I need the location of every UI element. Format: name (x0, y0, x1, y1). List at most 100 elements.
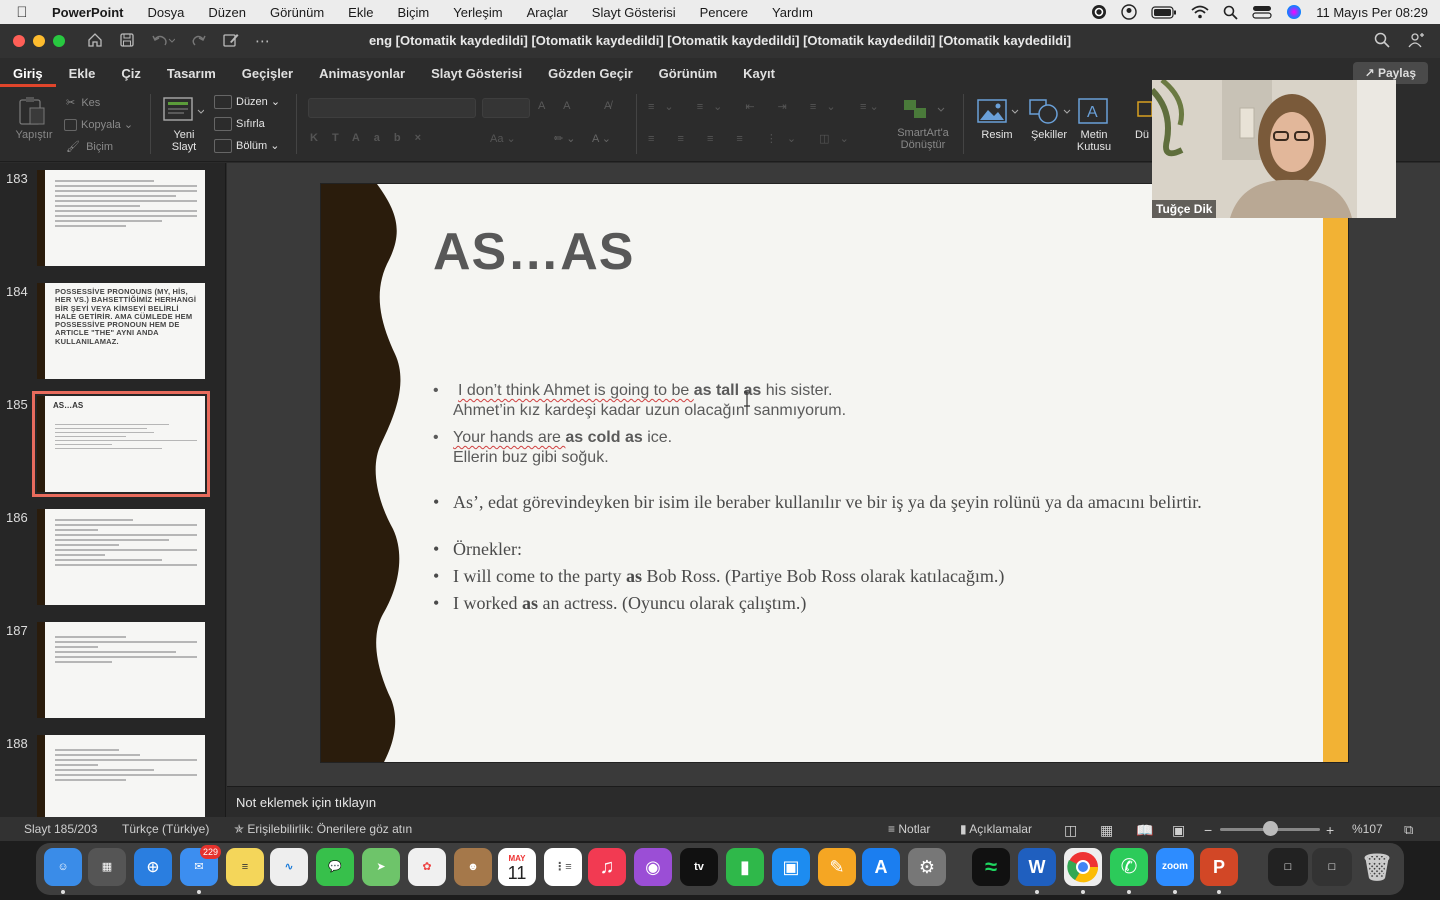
notes-app-icon[interactable]: ≡ (226, 848, 264, 886)
minimized-window-1[interactable]: □ (1268, 848, 1308, 886)
home-icon[interactable] (87, 32, 103, 48)
draw-icon[interactable] (223, 32, 239, 48)
zoom-level[interactable]: %107 (1352, 822, 1383, 836)
language-indicator[interactable]: Türkçe (Türkiye) (122, 822, 209, 836)
reading-view-icon[interactable]: 📖 (1136, 822, 1153, 839)
window-zoom-button[interactable] (53, 35, 65, 47)
tab-slayt-gosterisi[interactable]: Slayt Gösterisi (418, 66, 535, 81)
trash-icon[interactable]: 🗑 (1358, 848, 1396, 886)
redo-icon[interactable] (191, 32, 207, 48)
search-icon[interactable] (1374, 32, 1390, 48)
apple-tv-icon[interactable]: tv (680, 848, 718, 886)
window-close-button[interactable] (13, 35, 25, 47)
font-size-buttons[interactable]: A A (538, 100, 579, 112)
spotify-icon[interactable]: ≈ (972, 848, 1010, 886)
chrome-icon[interactable] (1064, 848, 1102, 886)
thumbnail-row[interactable]: 188 (0, 728, 225, 817)
control-center-icon[interactable] (1252, 5, 1272, 19)
list-buttons[interactable]: ≡⌄ ≡⌄ ⇤ ⇥ ≡⌄ (648, 100, 846, 113)
user-account-icon[interactable] (1121, 4, 1137, 20)
smartart-button[interactable]: SmartArt'a Dönüştür (892, 96, 954, 151)
tab-ekle[interactable]: Ekle (56, 66, 109, 81)
font-style-buttons[interactable]: KTAab× (310, 132, 435, 144)
zoom-in-icon[interactable]: + (1326, 822, 1334, 838)
apple-menu-icon[interactable]:  (0, 4, 44, 21)
tab-animasyonlar[interactable]: Animasyonlar (306, 66, 418, 81)
paste-button[interactable]: Yapıştır (12, 96, 56, 141)
notes-toggle[interactable]: ≡ Notlar (888, 822, 930, 836)
copy-button[interactable]: Kopyala ⌄ (64, 118, 133, 132)
bullet-5[interactable]: • I will come to the party as Bob Ross. … (433, 566, 1004, 586)
photos-icon[interactable]: ✿ (408, 848, 446, 886)
menubar-clock[interactable]: 11 Mayıs Per 08:29 (1316, 5, 1428, 20)
tab-kayit[interactable]: Kayıt (730, 66, 788, 81)
pages-icon[interactable]: ✎ (818, 848, 856, 886)
slide-thumbnail[interactable] (37, 170, 205, 266)
music-icon[interactable]: ♫ (588, 848, 626, 886)
window-minimize-button[interactable] (33, 35, 45, 47)
word-icon[interactable]: W (1018, 848, 1056, 886)
calendar-icon[interactable]: MAY 11 (498, 848, 536, 886)
font-size-select[interactable] (482, 98, 530, 118)
menu-bicim[interactable]: Biçim (385, 5, 441, 20)
tab-gozden-gecir[interactable]: Gözden Geçir (535, 66, 646, 81)
share-people-icon[interactable] (1408, 32, 1426, 48)
tab-gorunum[interactable]: Görünüm (646, 66, 731, 81)
zoom-out-icon[interactable]: − (1204, 822, 1212, 838)
thumbnail-row[interactable]: 184 POSSESSİVE PRONOUNS (MY, HİS, HER VS… (0, 276, 225, 388)
menu-app-name[interactable]: PowerPoint (44, 5, 136, 20)
powerpoint-icon[interactable]: P (1200, 848, 1238, 886)
bullet-3[interactable]: • As’, edat görevindeyken bir isim ile b… (433, 492, 1233, 512)
comments-toggle[interactable]: ▮ Açıklamalar (960, 822, 1032, 836)
fit-to-window-icon[interactable]: ⧉ (1404, 822, 1413, 838)
thumbnail-row[interactable]: 185 AS…AS (0, 389, 225, 501)
menu-ekle[interactable]: Ekle (336, 5, 385, 20)
whatsapp-icon[interactable]: ✆ (1110, 848, 1148, 886)
clear-format-icon[interactable]: A̸ (604, 100, 611, 112)
safari-icon[interactable]: ⨁ (134, 848, 172, 886)
thumbnail-row[interactable]: 186 (0, 502, 225, 614)
menu-yardim[interactable]: Yardım (760, 5, 825, 20)
undo-icon[interactable] (151, 32, 175, 48)
picture-button[interactable]: Resim (974, 96, 1020, 141)
bullet-4[interactable]: • Örnekler: (433, 539, 522, 559)
launchpad-icon[interactable]: ▦ (88, 848, 126, 886)
font-color-button[interactable]: A ⌄ (592, 132, 611, 145)
menu-pencere[interactable]: Pencere (688, 5, 760, 20)
spotlight-search-icon[interactable] (1223, 5, 1238, 20)
section-button[interactable]: Bölüm ⌄ (214, 139, 279, 154)
system-settings-icon[interactable]: ⚙ (908, 848, 946, 886)
shapes-button[interactable]: Şekiller (1026, 96, 1072, 141)
normal-view-icon[interactable]: ◫ (1064, 822, 1077, 839)
tab-tasarim[interactable]: Tasarım (154, 66, 229, 81)
accessibility-checker[interactable]: ✯ Erişilebilirlik: Önerilere göz atın (234, 822, 412, 836)
cut-button[interactable]: ✂ Kes (66, 96, 100, 109)
slide-title[interactable]: AS…AS (433, 222, 634, 282)
font-name-select[interactable] (308, 98, 476, 118)
video-call-overlay[interactable]: Tuğçe Dik (1152, 80, 1396, 218)
alignment-buttons[interactable]: ≡ ≡ ≡ ≡ ⋮⌄ ◫⌄ (648, 132, 859, 145)
tab-ciz[interactable]: Çiz (108, 66, 154, 81)
wifi-icon[interactable] (1191, 5, 1209, 19)
menu-araclar[interactable]: Araçlar (515, 5, 580, 20)
textbox-button[interactable]: A Metin Kutusu (1076, 96, 1112, 153)
app-store-icon[interactable]: A (862, 848, 900, 886)
menu-gorunum[interactable]: Görünüm (258, 5, 336, 20)
slide-sorter-icon[interactable]: ▦ (1100, 822, 1113, 839)
font-case-buttons[interactable]: Aa ⌄ (490, 132, 516, 145)
contacts-icon[interactable]: ☻ (454, 848, 492, 886)
layout-button[interactable]: Düzen ⌄ (214, 95, 280, 110)
slide-thumbnail[interactable] (37, 735, 205, 817)
messages-icon[interactable]: 💬 (316, 848, 354, 886)
bullet-1[interactable]: • I don’t think Ahmet is going to be as … (433, 381, 846, 421)
thumbnail-row[interactable]: 187 (0, 615, 225, 727)
format-painter-button[interactable]: 🖌 Biçim (66, 140, 113, 153)
maps-icon[interactable]: ➤ (362, 848, 400, 886)
battery-icon[interactable] (1151, 5, 1177, 19)
bullet-2[interactable]: • Your hands are as cold as ice. Ellerin… (433, 428, 672, 468)
numbers-icon[interactable]: ▮ (726, 848, 764, 886)
zoom-app-icon[interactable]: zoom (1156, 848, 1194, 886)
new-slide-button[interactable]: Yeni Slayt (160, 94, 208, 153)
siri-icon[interactable] (1286, 4, 1302, 20)
slide-thumbnail[interactable] (37, 622, 205, 718)
